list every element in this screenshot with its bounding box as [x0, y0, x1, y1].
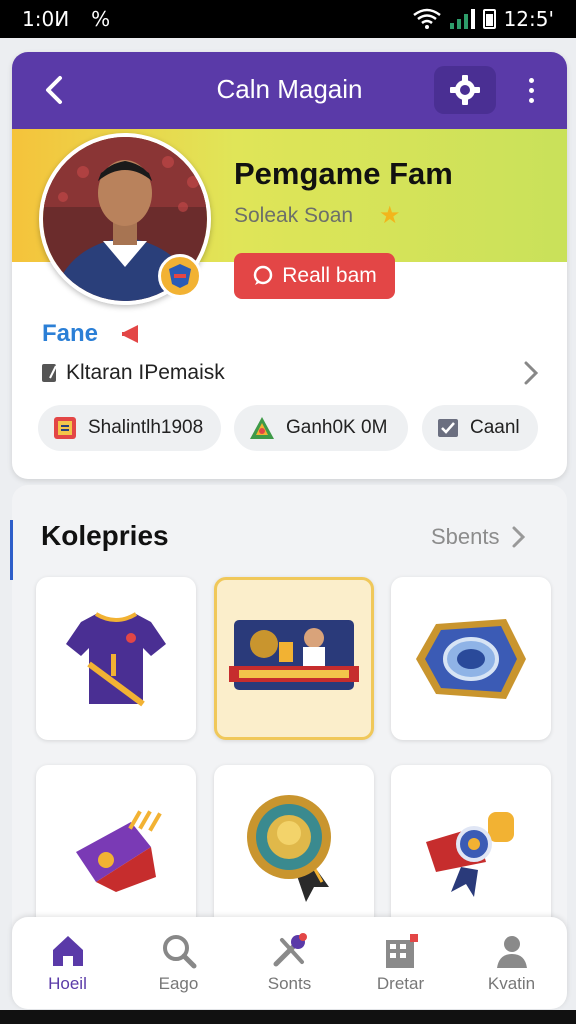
signal-icon — [449, 9, 475, 29]
nav-label-profile: Kvatin — [487, 974, 536, 993]
app-header: Caln Magain — [12, 52, 567, 129]
edit-icon — [42, 364, 57, 382]
chevron-right-icon — [512, 526, 525, 548]
ribbon-icon — [426, 811, 514, 897]
chip-channel[interactable]: Caanl — [422, 405, 538, 451]
star-icon: ★ — [379, 202, 401, 229]
nav-label-store: Dretar — [376, 974, 425, 993]
side-accent — [10, 520, 13, 580]
chip-team[interactable]: Shalintlh1908 — [38, 405, 221, 451]
follow-button-label: Reall bam — [282, 264, 377, 287]
profile-info-row[interactable]: Kltaran IPemaisk — [40, 357, 540, 389]
nav-item-search[interactable]: Eago — [123, 917, 234, 1009]
see-all-label: Sbents — [431, 524, 500, 549]
chat-icon — [253, 265, 273, 285]
chip-points[interactable]: Ganh0K 0M — [234, 405, 408, 451]
nav-item-home[interactable]: Hoeil — [12, 917, 123, 1009]
see-all-link[interactable]: Sbents — [431, 524, 526, 550]
status-clock: 12:5' — [503, 7, 554, 31]
more-vertical-icon — [528, 77, 534, 83]
collection-item-ribbon[interactable] — [391, 765, 551, 928]
collection-item-scarf[interactable] — [36, 765, 196, 928]
scarf-icon — [76, 809, 162, 892]
collection-item-medal[interactable] — [214, 765, 374, 928]
building-icon — [385, 934, 418, 968]
nav-label-search: Eago — [158, 974, 199, 993]
megaphone-icon — [122, 325, 138, 343]
chip-points-label: Ganh0K 0M — [286, 417, 388, 438]
trading-card-icon — [229, 619, 359, 690]
home-icon — [52, 936, 83, 966]
chip-team-label: Shalintlh1908 — [88, 417, 204, 438]
hex-badge-icon — [416, 618, 526, 699]
bottom-nav: Hoeil Eago Sonts Dretar Kvatin — [12, 917, 567, 1009]
status-time: 1:0И — [22, 7, 70, 31]
nav-item-store[interactable]: Dretar — [345, 917, 456, 1009]
collection-item-card[interactable] — [214, 577, 374, 740]
settings-button[interactable] — [434, 66, 496, 114]
pyramid-icon — [250, 417, 274, 439]
tools-icon — [273, 933, 307, 967]
fan-label: Fane — [42, 320, 99, 347]
nav-label-tools: Sonts — [267, 974, 312, 993]
bottom-strip — [0, 1010, 576, 1024]
collection-title: Koleрries — [41, 520, 169, 551]
team-flag-icon — [54, 417, 76, 439]
nav-label-home: Hoeil — [48, 974, 87, 993]
collection-item-jersey[interactable] — [36, 577, 196, 740]
battery-icon — [482, 9, 496, 29]
chevron-right-icon — [524, 361, 539, 385]
gear-icon — [450, 75, 480, 105]
nav-item-tools[interactable]: Sonts — [234, 917, 345, 1009]
user-icon — [496, 936, 527, 968]
collection-item-badge[interactable] — [391, 577, 551, 740]
profile-subtitle: Solеak Sоan — [234, 204, 354, 227]
status-percent: % — [91, 7, 111, 31]
info-text: Kltaran IPemaisk — [66, 361, 225, 384]
nav-item-profile[interactable]: Kvatin — [456, 917, 567, 1009]
check-box-icon — [438, 419, 458, 437]
jersey-icon — [66, 611, 166, 706]
medal-icon — [247, 794, 331, 902]
profile-name: Pemgame Fam — [234, 156, 453, 191]
status-bar: 1:0И % 12:5' — [0, 0, 576, 38]
team-badge-icon — [158, 254, 202, 298]
profile-card: Caln Magain Pemgame Fam Solеak Sоan ★ Re… — [12, 52, 567, 479]
wifi-icon — [412, 8, 441, 29]
search-icon — [162, 935, 196, 969]
more-options-button[interactable] — [516, 72, 546, 108]
follow-button[interactable]: Reall bam — [234, 253, 395, 299]
chip-channel-label: Caanl — [470, 417, 520, 438]
